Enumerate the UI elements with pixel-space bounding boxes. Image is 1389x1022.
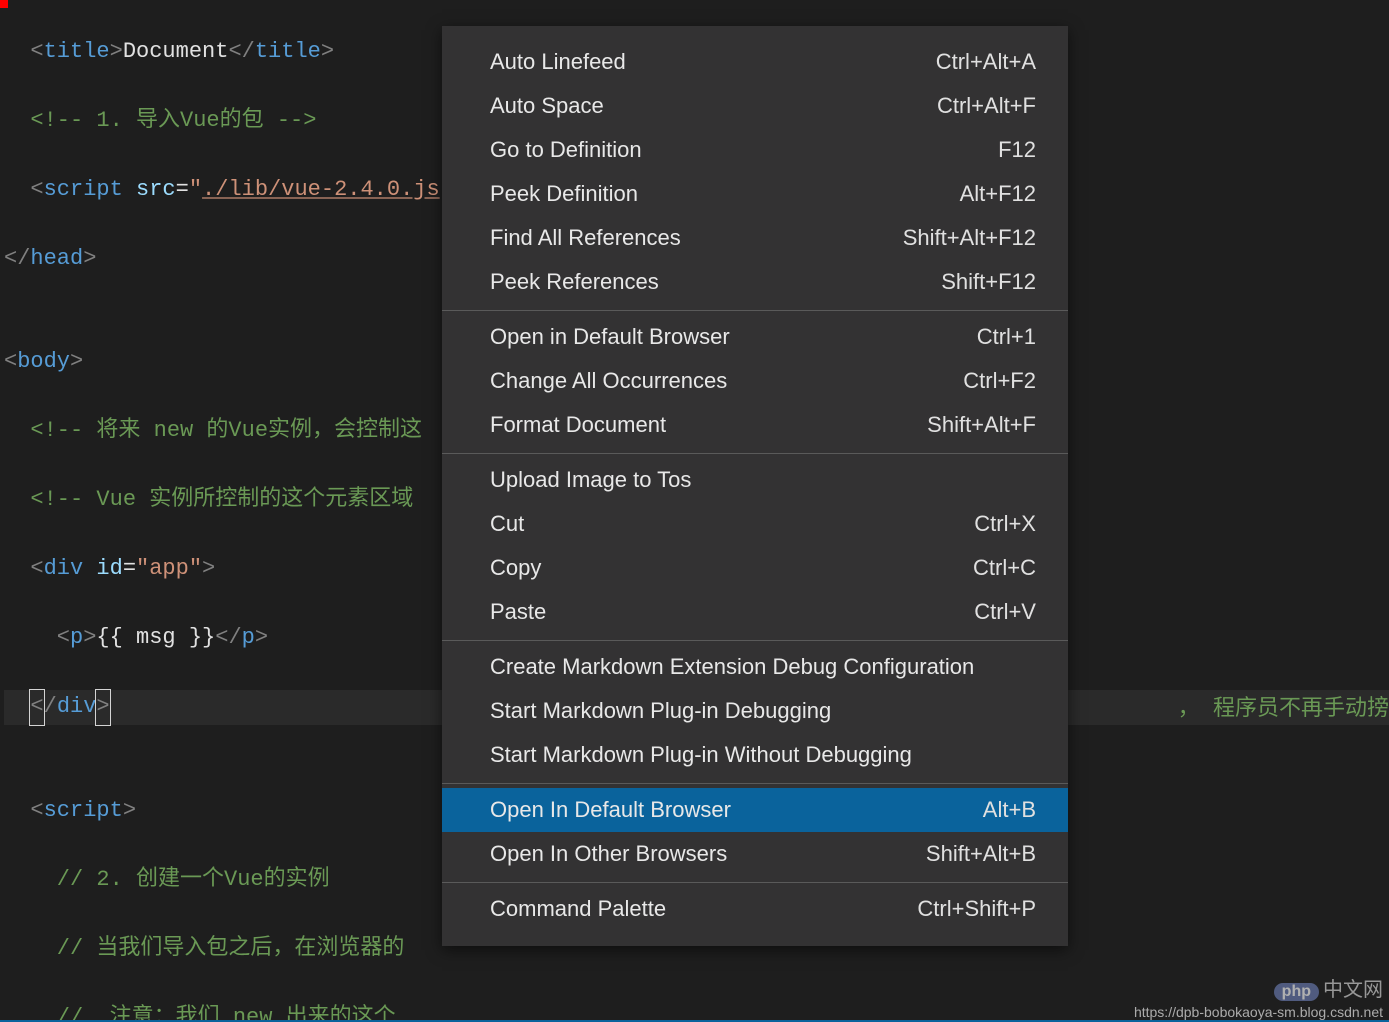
menu-item-open-in-default-browser[interactable]: Open in Default Browser Ctrl+1 [442, 315, 1068, 359]
menu-item-open-in-default-browser[interactable]: Open In Default Browser Alt+B [442, 788, 1068, 832]
menu-item-shortcut: Ctrl+Shift+P [917, 896, 1036, 922]
menu-item-label: Copy [490, 555, 541, 581]
menu-item-label: Start Markdown Plug-in Debugging [490, 698, 831, 724]
menu-item-copy[interactable]: Copy Ctrl+C [442, 546, 1068, 590]
matching-bracket: > [95, 689, 110, 726]
watermark: php中文网 [1274, 973, 1383, 1002]
menu-item-label: Open in Default Browser [490, 324, 730, 350]
menu-item-find-all-references[interactable]: Find All References Shift+Alt+F12 [442, 216, 1068, 260]
menu-item-shortcut: Shift+Alt+B [926, 841, 1036, 867]
menu-item-label: Change All Occurrences [490, 368, 727, 394]
menu-item-label: Upload Image to Tos [490, 467, 691, 493]
menu-item-auto-space[interactable]: Auto Space Ctrl+Alt+F [442, 84, 1068, 128]
menu-item-label: Format Document [490, 412, 666, 438]
menu-item-label: Open In Default Browser [490, 797, 731, 823]
menu-item-paste[interactable]: Paste Ctrl+V [442, 590, 1068, 634]
menu-item-shortcut: Ctrl+C [973, 555, 1036, 581]
menu-separator [442, 882, 1068, 883]
menu-item-shortcut: Ctrl+F2 [963, 368, 1036, 394]
menu-item-create-markdown-extension-debug-configuration[interactable]: Create Markdown Extension Debug Configur… [442, 645, 1068, 689]
menu-item-open-in-other-browsers[interactable]: Open In Other Browsers Shift+Alt+B [442, 832, 1068, 876]
menu-separator [442, 453, 1068, 454]
menu-item-label: Peek Definition [490, 181, 638, 207]
menu-item-shortcut: Shift+F12 [941, 269, 1036, 295]
menu-item-label: Paste [490, 599, 546, 625]
menu-item-go-to-definition[interactable]: Go to Definition F12 [442, 128, 1068, 172]
menu-item-label: Go to Definition [490, 137, 642, 163]
menu-item-peek-definition[interactable]: Peek Definition Alt+F12 [442, 172, 1068, 216]
menu-item-start-markdown-plug-in-without-debugging[interactable]: Start Markdown Plug-in Without Debugging [442, 733, 1068, 777]
menu-item-label: Open In Other Browsers [490, 841, 727, 867]
menu-item-command-palette[interactable]: Command Palette Ctrl+Shift+P [442, 887, 1068, 931]
menu-item-start-markdown-plug-in-debugging[interactable]: Start Markdown Plug-in Debugging [442, 689, 1068, 733]
menu-item-shortcut: Shift+Alt+F12 [903, 225, 1036, 251]
menu-item-label: Command Palette [490, 896, 666, 922]
menu-separator [442, 310, 1068, 311]
menu-item-upload-image-to-tos[interactable]: Upload Image to Tos [442, 458, 1068, 502]
menu-item-label: Create Markdown Extension Debug Configur… [490, 654, 974, 680]
code-comment-overflow: ， 程序员不再手动搒 [1178, 690, 1389, 722]
menu-item-label: Find All References [490, 225, 681, 251]
menu-item-shortcut: Ctrl+V [974, 599, 1036, 625]
menu-item-shortcut: Ctrl+X [974, 511, 1036, 537]
menu-item-auto-linefeed[interactable]: Auto Linefeed Ctrl+Alt+A [442, 40, 1068, 84]
menu-item-label: Start Markdown Plug-in Without Debugging [490, 742, 912, 768]
footer-url: https://dpb-bobokaoya-sm.blog.csdn.net [1134, 1004, 1383, 1020]
menu-item-shortcut: Alt+B [983, 797, 1036, 823]
menu-item-shortcut: Ctrl+Alt+F [937, 93, 1036, 119]
menu-item-change-all-occurrences[interactable]: Change All Occurrences Ctrl+F2 [442, 359, 1068, 403]
menu-item-shortcut: Shift+Alt+F [927, 412, 1036, 438]
menu-item-label: Cut [490, 511, 524, 537]
menu-item-cut[interactable]: Cut Ctrl+X [442, 502, 1068, 546]
php-logo-badge: php [1274, 983, 1319, 1001]
menu-item-label: Auto Linefeed [490, 49, 626, 75]
menu-item-shortcut: Alt+F12 [960, 181, 1036, 207]
menu-item-shortcut: F12 [998, 137, 1036, 163]
menu-item-shortcut: Ctrl+Alt+A [936, 49, 1036, 75]
menu-separator [442, 783, 1068, 784]
menu-item-peek-references[interactable]: Peek References Shift+F12 [442, 260, 1068, 304]
cursor: < [29, 689, 44, 726]
menu-separator [442, 640, 1068, 641]
context-menu[interactable]: Auto Linefeed Ctrl+Alt+A Auto Space Ctrl+Al… [442, 26, 1068, 946]
menu-item-format-document[interactable]: Format Document Shift+Alt+F [442, 403, 1068, 447]
menu-item-shortcut: Ctrl+1 [977, 324, 1036, 350]
menu-item-label: Peek References [490, 269, 659, 295]
watermark-text: 中文网 [1323, 979, 1383, 1001]
menu-item-label: Auto Space [490, 93, 604, 119]
